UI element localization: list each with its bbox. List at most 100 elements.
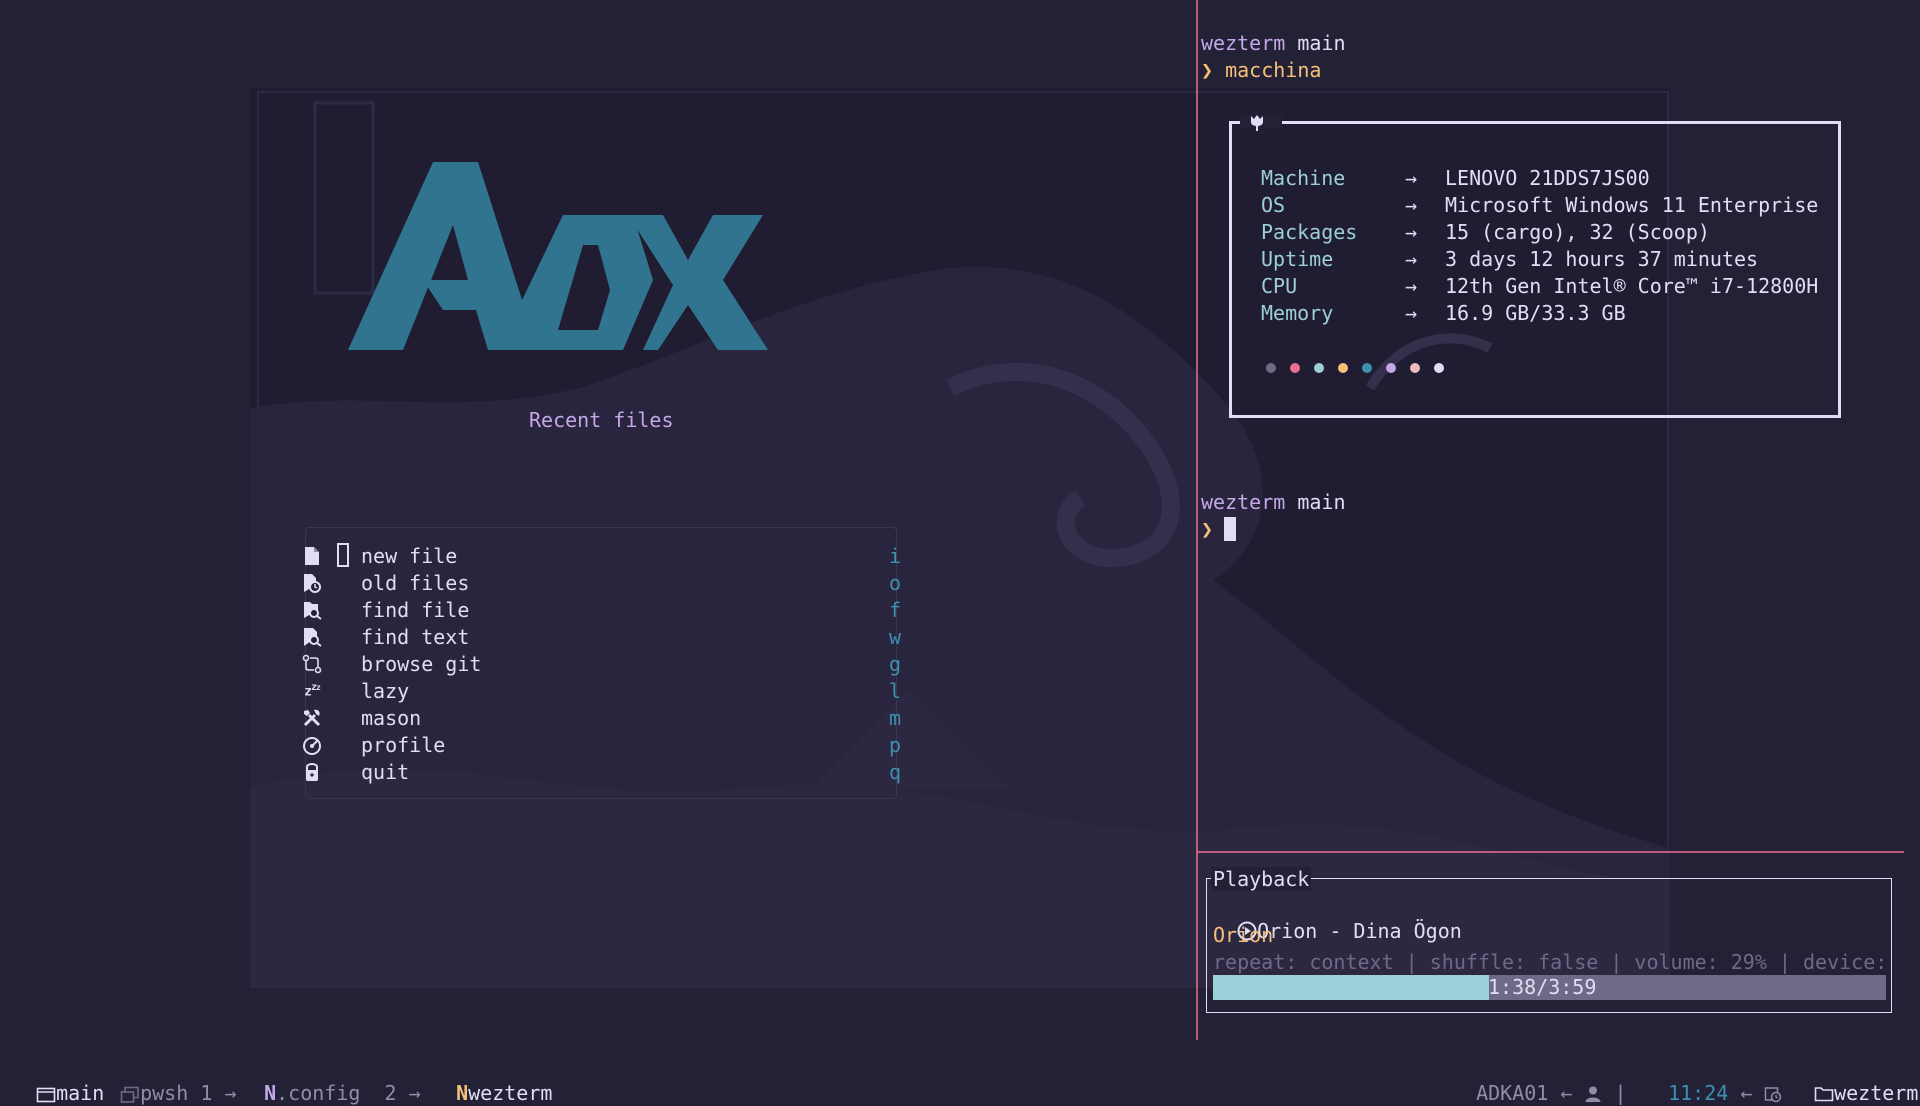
menu-item-old-files[interactable]: old files o <box>300 570 905 596</box>
arrow-right-icon: → <box>1405 193 1418 217</box>
menu-item-shortcut: o <box>889 571 902 595</box>
calendar-clock-icon <box>1765 1087 1782 1103</box>
menu-item-profile[interactable]: profile p <box>300 732 905 758</box>
arrow-left-icon: ← <box>1740 1081 1753 1105</box>
pane-divider-vertical[interactable] <box>1196 0 1198 1040</box>
file-icon <box>300 544 324 568</box>
prompt-line-2: wezterm main <box>1201 490 1346 514</box>
info-value: LENOVO 21DDS7JS00 <box>1445 166 1650 190</box>
tab-index: 1 <box>200 1081 213 1105</box>
menu-item-label: new file <box>361 544 458 568</box>
info-key: Memory <box>1261 301 1334 325</box>
menu-item-browse-git[interactable]: browse git g <box>300 651 905 677</box>
tab-index: 2 <box>384 1081 397 1105</box>
playback-progress-bar[interactable]: 1:38/3:59 <box>1213 975 1886 1000</box>
sleep-icon: zzz <box>304 682 321 700</box>
playback-title: Playback <box>1211 867 1312 891</box>
album-name: Orion <box>1213 923 1274 947</box>
menu-item-label: browse git <box>361 652 482 676</box>
clock-time: 11:24 <box>1668 1081 1729 1105</box>
menu-item-label: quit <box>361 760 410 784</box>
session-indicator[interactable]: main <box>12 1054 104 1105</box>
palette-dot <box>1386 363 1396 373</box>
file-text-search-icon <box>300 625 324 649</box>
gauge-icon <box>300 733 324 757</box>
playback-meta: repeat: context | shuffle: false | volum… <box>1213 950 1888 974</box>
menu-item-find-file[interactable]: find file f <box>300 597 905 623</box>
menu-item-shortcut: w <box>889 625 902 649</box>
palette-dot <box>1362 363 1372 373</box>
prompt-char: ❯ <box>1201 517 1214 541</box>
prompt-branch: main <box>1297 490 1346 514</box>
cwd-indicator[interactable]: wezterm <box>1790 1054 1918 1105</box>
menu-item-new-file[interactable]: new file i <box>300 543 905 569</box>
palette-dot <box>1434 363 1444 373</box>
lock-icon <box>300 760 324 784</box>
tab-config[interactable]: N.config 2 → <box>240 1054 421 1105</box>
arrow-right-icon: → <box>1405 301 1418 325</box>
status-host-group: ADKA01 ← | <box>1452 1054 1626 1105</box>
menu-item-label: find text <box>361 625 470 649</box>
menu-item-shortcut: l <box>889 679 902 703</box>
neovim-icon: N <box>264 1081 277 1105</box>
menu-item-shortcut: p <box>889 733 902 757</box>
info-value: 15 (cargo), 32 (Scoop) <box>1445 220 1710 244</box>
info-key: CPU <box>1261 274 1298 298</box>
command-line: ❯ macchina <box>1201 58 1321 82</box>
user-icon <box>1585 1086 1601 1102</box>
menu-item-label: lazy <box>361 679 410 703</box>
terminal-cursor <box>1224 517 1236 541</box>
prompt-line-1: wezterm main <box>1201 31 1346 55</box>
arrow-right-icon: → <box>224 1081 237 1105</box>
prompt-directory: wezterm <box>1201 31 1286 55</box>
menu-item-shortcut: q <box>889 760 902 784</box>
git-compare-icon <box>300 652 324 676</box>
menu-item-lazy[interactable]: zzz lazy l <box>300 678 905 704</box>
tab-name: .config <box>276 1081 361 1105</box>
menu-item-label: profile <box>361 733 446 757</box>
command-text: macchina <box>1225 58 1322 82</box>
info-value: 12th Gen Intel® Core™ i7-12800H <box>1445 274 1819 298</box>
info-key: Machine <box>1261 166 1346 190</box>
playback-progress-fill <box>1213 975 1489 1000</box>
info-row-cpu: CPU → 12th Gen Intel® Core™ i7-12800H <box>1261 274 1818 300</box>
tab-name: pwsh <box>140 1081 189 1105</box>
menu-item-shortcut: f <box>889 598 902 622</box>
palette-dot <box>1290 363 1300 373</box>
palette-dot <box>1266 363 1276 373</box>
palette-dot <box>1410 363 1420 373</box>
window-icon <box>36 1087 56 1102</box>
info-value: 16.9 GB/33.3 GB <box>1445 301 1626 325</box>
menu-item-shortcut: g <box>889 652 902 676</box>
menu-item-shortcut: m <box>889 706 902 730</box>
arrow-right-icon: → <box>1405 247 1418 271</box>
arrow-right-icon: → <box>1405 220 1418 244</box>
tulip-icon <box>1251 115 1263 131</box>
pane-divider-horizontal[interactable] <box>1197 851 1904 853</box>
info-row-packages: Packages → 15 (cargo), 32 (Scoop) <box>1261 220 1710 246</box>
menu-item-label: find file <box>361 598 470 622</box>
menu-item-label: mason <box>361 706 422 730</box>
input-line[interactable]: ❯ <box>1201 517 1213 541</box>
tab-wezterm-active[interactable]: Nwezterm <box>432 1054 552 1105</box>
tab-pwsh[interactable]: pwsh 1 → <box>96 1054 236 1105</box>
recent-files-title[interactable]: Recent files <box>529 408 674 432</box>
file-search-icon <box>300 598 324 622</box>
palette-dot <box>1338 363 1348 373</box>
cwd-name: wezterm <box>1834 1081 1919 1105</box>
info-row-os: OS → Microsoft Windows 11 Enterprise <box>1261 193 1818 219</box>
file-clock-icon <box>300 571 324 595</box>
menu-item-find-text[interactable]: find text w <box>300 624 905 650</box>
status-time-group: 11:24 ← <box>1644 1054 1782 1105</box>
arrow-right-icon: → <box>1405 274 1418 298</box>
prompt-char: ❯ <box>1201 58 1214 82</box>
adk-logo <box>348 162 768 350</box>
info-row-uptime: Uptime → 3 days 12 hours 37 minutes <box>1261 247 1758 273</box>
info-key: Packages <box>1261 220 1358 244</box>
info-row-machine: Machine → LENOVO 21DDS7JS00 <box>1261 166 1650 192</box>
menu-item-shortcut: i <box>889 544 902 568</box>
menu-item-quit[interactable]: quit q <box>300 759 905 785</box>
palette-dot <box>1314 363 1324 373</box>
info-value: Microsoft Windows 11 Enterprise <box>1445 193 1819 217</box>
menu-item-mason[interactable]: mason m <box>300 705 905 731</box>
